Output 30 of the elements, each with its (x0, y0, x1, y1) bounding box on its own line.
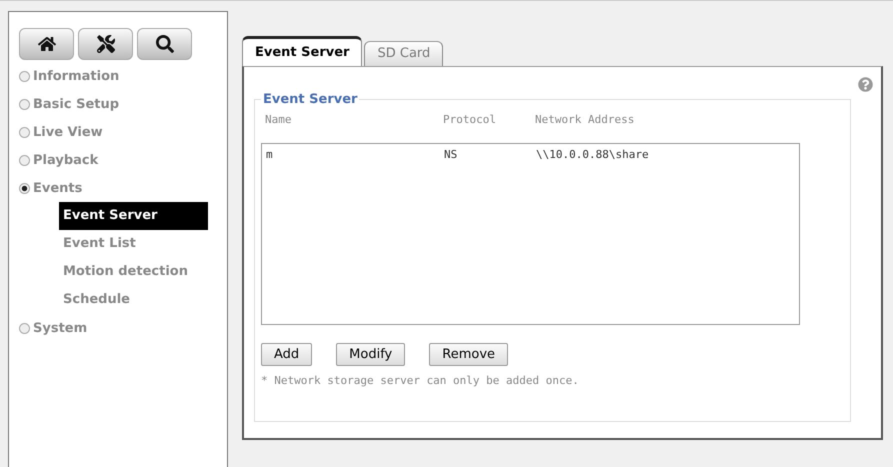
tools-button[interactable] (78, 28, 133, 60)
tab[interactable]: Event Server (242, 36, 362, 66)
nav-item[interactable]: Events (19, 174, 227, 202)
nav-item[interactable]: System (19, 314, 227, 342)
help-icon[interactable] (858, 77, 873, 92)
nav-subitem[interactable]: Motion detection (59, 258, 208, 286)
list-cell[interactable]: NS (444, 148, 536, 161)
search-icon (156, 35, 174, 53)
tab[interactable]: SD Card (364, 41, 444, 66)
nav-subitem[interactable]: Event Server (59, 202, 208, 230)
action-button[interactable]: Modify (336, 343, 406, 366)
list-cell[interactable]: m (266, 148, 444, 161)
home-icon (38, 35, 56, 53)
column-header: Protocol (443, 113, 497, 128)
nav-item[interactable]: Playback (19, 146, 227, 174)
column-header: Name (265, 113, 292, 128)
note-text: * Network storage server can only be added once. (261, 374, 580, 387)
action-button[interactable]: Add (261, 343, 312, 366)
nav-subitem[interactable]: Schedule (59, 286, 208, 314)
nav-subitem[interactable]: Event List (59, 230, 208, 258)
nav-item[interactable]: Basic Setup (19, 90, 227, 118)
search-button[interactable] (137, 28, 192, 60)
nav-item[interactable]: Live View (19, 118, 227, 146)
group-title: Event Server (262, 92, 358, 107)
list-cell[interactable]: \\10.0.0.88\share (536, 148, 795, 161)
nav-item[interactable]: Information (19, 62, 227, 90)
action-button[interactable]: Remove (429, 343, 508, 366)
column-header: Network Address (535, 113, 636, 128)
home-button[interactable] (19, 28, 74, 60)
tools-icon (96, 35, 114, 53)
